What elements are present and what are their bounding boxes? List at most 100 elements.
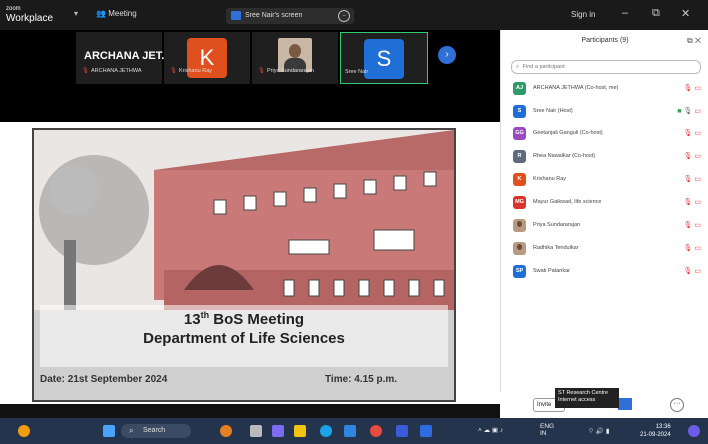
participant-name: Krishanu Ray bbox=[533, 176, 567, 182]
participant-row[interactable]: MG Mayur Gaikwad, life science 🎙 ▭ bbox=[511, 196, 701, 210]
taskbar-search[interactable]: ⌕ Search bbox=[121, 424, 191, 438]
video-off-icon: ▭ bbox=[694, 176, 701, 183]
task-view-icon[interactable] bbox=[250, 425, 262, 437]
shared-screen-poster: 13th BoS Meeting Department of Life Scie… bbox=[32, 128, 456, 402]
participant-name: Geetanjali Ganguli (Co-host) bbox=[533, 130, 603, 136]
video-off-icon: ▭ bbox=[694, 153, 701, 160]
weather-icon[interactable] bbox=[220, 425, 232, 437]
participants-panel: Participants (9) ⧉ ✕ ⌕ AJ ARCHANA JETHWA… bbox=[500, 30, 708, 418]
avatar: MG bbox=[513, 196, 526, 209]
mic-off-icon: 🎙 ▭ bbox=[683, 268, 701, 275]
minimize-button[interactable]: – bbox=[622, 7, 628, 19]
share-label: Sree Nair's screen bbox=[245, 12, 303, 19]
video-tile-priya[interactable]: 🎙 Priya Sundararajan bbox=[252, 32, 338, 84]
participants-title: Participants (9) bbox=[581, 37, 629, 44]
avatar: S bbox=[364, 39, 404, 79]
participant-name: Sree Nair (Host) bbox=[533, 108, 573, 114]
video-tile-sree[interactable]: S Sree Nair bbox=[340, 32, 428, 84]
mic-off-icon: 🎙 ▭ bbox=[683, 130, 701, 137]
meeting-icon: 👥 bbox=[96, 9, 106, 18]
tile-name: 🎙 Priya Sundararajan bbox=[258, 68, 315, 74]
department-title: Department of Life Sciences bbox=[143, 330, 345, 347]
participant-row[interactable]: R Rhea Nawalkar (Co-host) 🎙 ▭ bbox=[511, 150, 701, 164]
participant-name: Radhika Tendulkar bbox=[533, 245, 579, 251]
viewing-share-indicator[interactable]: Sree Nair's screen − bbox=[226, 8, 354, 24]
poster-illustration bbox=[34, 130, 454, 400]
store-icon[interactable] bbox=[344, 425, 356, 437]
sign-in-link[interactable]: Sign in bbox=[571, 10, 595, 19]
participant-search[interactable]: ⌕ bbox=[511, 60, 701, 74]
video-off-icon: ▭ bbox=[694, 268, 701, 275]
video-off-icon: ▭ bbox=[694, 199, 701, 206]
participant-row[interactable]: Priya Sundararajan 🎙 ▭ bbox=[511, 219, 701, 233]
mic-on-icon: 🎙 bbox=[683, 108, 693, 115]
view-options-icon[interactable]: − bbox=[338, 10, 350, 22]
file-explorer-icon[interactable] bbox=[294, 425, 306, 437]
mic-off-icon: 🎙 bbox=[258, 68, 265, 74]
participant-row[interactable]: S Sree Nair (Host) ■ 🎙 ▭ bbox=[511, 105, 701, 119]
avatar-photo bbox=[513, 219, 526, 232]
tile-name-large: ARCHANA JET... bbox=[84, 50, 171, 62]
avatar-photo bbox=[513, 242, 526, 255]
copilot-icon[interactable] bbox=[688, 425, 700, 437]
maximize-button[interactable]: ⧉ bbox=[652, 7, 660, 20]
poster-date-cut: Date: 21st September 2024 bbox=[40, 374, 168, 385]
participant-row[interactable]: AJ ARCHANA JETHWA (Co-host, me) 🎙 ▭ bbox=[511, 82, 701, 96]
widgets-icon[interactable] bbox=[18, 425, 30, 437]
mic-off-icon: 🎙 bbox=[82, 68, 89, 74]
participant-photo bbox=[278, 38, 312, 72]
avatar: S bbox=[513, 105, 526, 118]
participant-name: Swati Patankar bbox=[533, 268, 570, 274]
mic-off-icon: 🎙 ▭ bbox=[683, 199, 701, 206]
participant-name: Priya Sundararajan bbox=[533, 222, 581, 228]
meeting-title: 13th BoS Meeting bbox=[183, 310, 305, 328]
video-off-icon: ▭ bbox=[694, 130, 701, 137]
participant-row[interactable]: Radhika Tendulkar 🎙 ▭ bbox=[511, 242, 701, 256]
mute-all-button[interactable] bbox=[618, 398, 632, 410]
participant-name: ARCHANA JETHWA (Co-host, me) bbox=[533, 85, 619, 91]
panel-popout-close-icons[interactable]: ⧉ ✕ bbox=[687, 30, 701, 52]
participant-search-input[interactable] bbox=[520, 63, 685, 71]
network-volume-battery-icons[interactable]: ⌔ 🔊 ▮ bbox=[588, 426, 609, 435]
participant-row[interactable]: K Krishanu Ray 🎙 ▭ bbox=[511, 173, 701, 187]
tile-name: Sree Nair bbox=[345, 69, 369, 75]
mic-off-icon: 🎙 ▭ bbox=[683, 222, 701, 229]
chrome-icon[interactable] bbox=[370, 425, 382, 437]
video-off-icon: ▭ bbox=[694, 245, 701, 252]
zoom-icon[interactable] bbox=[396, 425, 408, 437]
avatar: K bbox=[513, 173, 526, 186]
video-off-icon: ▭ bbox=[694, 108, 701, 115]
sharing-icon: ■ bbox=[677, 108, 682, 115]
video-off-icon: ▭ bbox=[694, 85, 701, 92]
mic-off-icon: 🎙 ▭ bbox=[683, 245, 701, 252]
video-tile-archana[interactable]: ARCHANA JET... 🎙 ARCHANA JETHWA bbox=[76, 32, 170, 84]
outlook-icon[interactable] bbox=[420, 425, 432, 437]
chevron-down-icon[interactable]: ▾ bbox=[74, 9, 78, 18]
share-status-icons: ■ 🎙 ▭ bbox=[677, 107, 701, 115]
video-tile-krishanu[interactable]: K 🎙 Krishanu Ray bbox=[164, 32, 250, 84]
participants-footer: Invite ST Research Centre Internet acces… bbox=[500, 388, 708, 418]
zoom-logo: zoom Workplace bbox=[6, 6, 54, 24]
avatar: R bbox=[513, 150, 526, 163]
search-icon: ⌕ bbox=[516, 64, 520, 70]
clock[interactable]: 13:36 21-09-2024 bbox=[640, 423, 671, 439]
next-page-button[interactable]: › bbox=[438, 46, 456, 64]
tray-icons[interactable]: ˄ ☁ ▣ ♪ bbox=[478, 426, 503, 434]
meeting-label: Meeting bbox=[108, 9, 137, 18]
participant-row[interactable]: GG Geetanjali Ganguli (Co-host) 🎙 ▭ bbox=[511, 127, 701, 141]
avatar: SP bbox=[513, 265, 526, 278]
meeting-menu[interactable]: 👥 Meeting bbox=[96, 9, 137, 18]
edge-icon[interactable] bbox=[320, 425, 332, 437]
video-strip: ARCHANA JET... 🎙 ARCHANA JETHWA K 🎙 Krisha… bbox=[0, 30, 500, 122]
participant-name: Mayur Gaikwad, life science bbox=[533, 199, 602, 205]
stage-bottom-bar bbox=[0, 404, 500, 418]
avatar: AJ bbox=[513, 82, 526, 95]
language-indicator[interactable]: ENG IN bbox=[540, 423, 554, 437]
more-options-button[interactable]: ··· bbox=[670, 398, 684, 412]
start-icon[interactable] bbox=[103, 425, 115, 437]
close-button[interactable]: ✕ bbox=[681, 7, 690, 20]
video-off-icon: ▭ bbox=[694, 222, 701, 229]
participant-row[interactable]: SP Swati Patankar 🎙 ▭ bbox=[511, 265, 701, 279]
zoom-title-bar: zoom Workplace ▾ 👥 Meeting Sree Nair's s… bbox=[0, 0, 708, 30]
teams-icon[interactable] bbox=[272, 425, 284, 437]
